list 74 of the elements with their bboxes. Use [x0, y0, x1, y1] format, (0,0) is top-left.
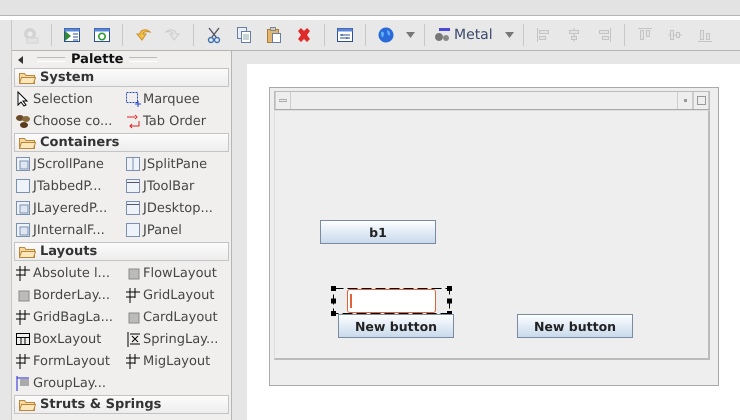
form-button[interactable]: New button — [517, 314, 633, 338]
selection-handles[interactable] — [331, 286, 452, 316]
category-header[interactable]: Containers — [14, 133, 229, 152]
palette-item[interactable]: FlowLayout — [125, 262, 233, 284]
desktop-pane-icon — [125, 200, 141, 216]
copy-icon — [235, 26, 253, 44]
paste-icon — [265, 26, 283, 44]
palette-item[interactable]: BoxLayout — [15, 328, 125, 350]
palette-item[interactable]: Tab Order — [125, 110, 233, 132]
spring-layout-icon — [125, 331, 141, 347]
layered-pane-icon — [15, 200, 31, 216]
toolbar-icon — [125, 178, 141, 194]
palette-item[interactable]: Choose co... — [15, 110, 125, 132]
preview-icon — [63, 26, 81, 44]
grid-layout-icon — [125, 287, 141, 303]
category-header[interactable]: Layouts — [14, 242, 229, 261]
marquee-icon — [125, 91, 141, 107]
palette-item[interactable]: JPanel — [125, 219, 233, 241]
palette-item[interactable]: Marquee — [125, 88, 233, 110]
grid-layout-icon — [15, 353, 31, 369]
collapse-icon[interactable] — [18, 56, 23, 64]
beans-icon — [15, 113, 31, 129]
palette-item[interactable]: BorderLay... — [15, 284, 125, 306]
text-field[interactable] — [347, 289, 436, 313]
absolute-layout-icon — [15, 265, 31, 281]
refresh-icon — [93, 26, 111, 44]
palette-item[interactable]: GroupLay... — [15, 372, 125, 394]
category-header[interactable]: System — [14, 68, 229, 87]
pointer-icon — [15, 91, 31, 107]
palette-item[interactable]: JLayeredP... — [15, 197, 125, 219]
maximize-button[interactable] — [693, 92, 709, 109]
form-button[interactable]: New button — [338, 314, 454, 338]
look-and-feel-dropdown[interactable]: Metal — [430, 23, 518, 47]
palette-item[interactable]: MigLayout — [125, 350, 233, 372]
internal-frame-icon — [15, 222, 31, 238]
palette-item[interactable]: JInternalF... — [15, 219, 125, 241]
panel-icon — [125, 222, 141, 238]
scissors-icon — [205, 26, 223, 44]
minimize-button[interactable] — [677, 92, 693, 109]
palette-title: Palette — [71, 52, 124, 67]
group-layout-icon — [15, 375, 31, 391]
palette-item[interactable]: JDesktop... — [125, 197, 233, 219]
minus-icon — [279, 99, 287, 102]
palette-item[interactable]: JScrollPane — [15, 153, 125, 175]
palette-item[interactable]: JToolBar — [125, 175, 233, 197]
form-button[interactable]: b1 — [320, 220, 436, 244]
palette-item[interactable]: Absolute l... — [15, 262, 125, 284]
palette-item[interactable]: JSplitPane — [125, 153, 233, 175]
palette-item[interactable]: JTabbedP... — [15, 175, 125, 197]
palette-item[interactable]: FormLayout — [15, 350, 125, 372]
palette-item[interactable]: SpringLay... — [125, 328, 233, 350]
palette-item[interactable]: CardLayout — [125, 306, 233, 328]
caret-icon — [406, 32, 414, 38]
folder-icon — [19, 398, 36, 410]
form-icon — [336, 26, 354, 44]
caret-icon — [504, 32, 514, 38]
palette-item[interactable]: GridBagLa... — [15, 306, 125, 328]
folder-icon — [19, 136, 36, 148]
scroll-pane-icon — [15, 156, 31, 172]
grid-layout-icon — [125, 353, 141, 369]
folder-icon — [19, 72, 36, 84]
maximize-icon — [696, 96, 706, 105]
category-header[interactable]: Struts & Springs — [14, 395, 229, 414]
globe-icon — [377, 26, 395, 44]
delete-icon — [295, 26, 313, 44]
grid-layout-icon — [15, 309, 31, 325]
palette-item[interactable]: GridLayout — [125, 284, 233, 306]
box-layout-icon — [15, 331, 31, 347]
tab-order-icon — [125, 113, 141, 129]
tabbed-pane-icon — [15, 178, 31, 194]
palette-item[interactable]: Selection — [15, 88, 125, 110]
split-pane-icon — [125, 156, 141, 172]
folder-icon — [19, 246, 36, 258]
window-menu-button[interactable] — [275, 92, 291, 109]
